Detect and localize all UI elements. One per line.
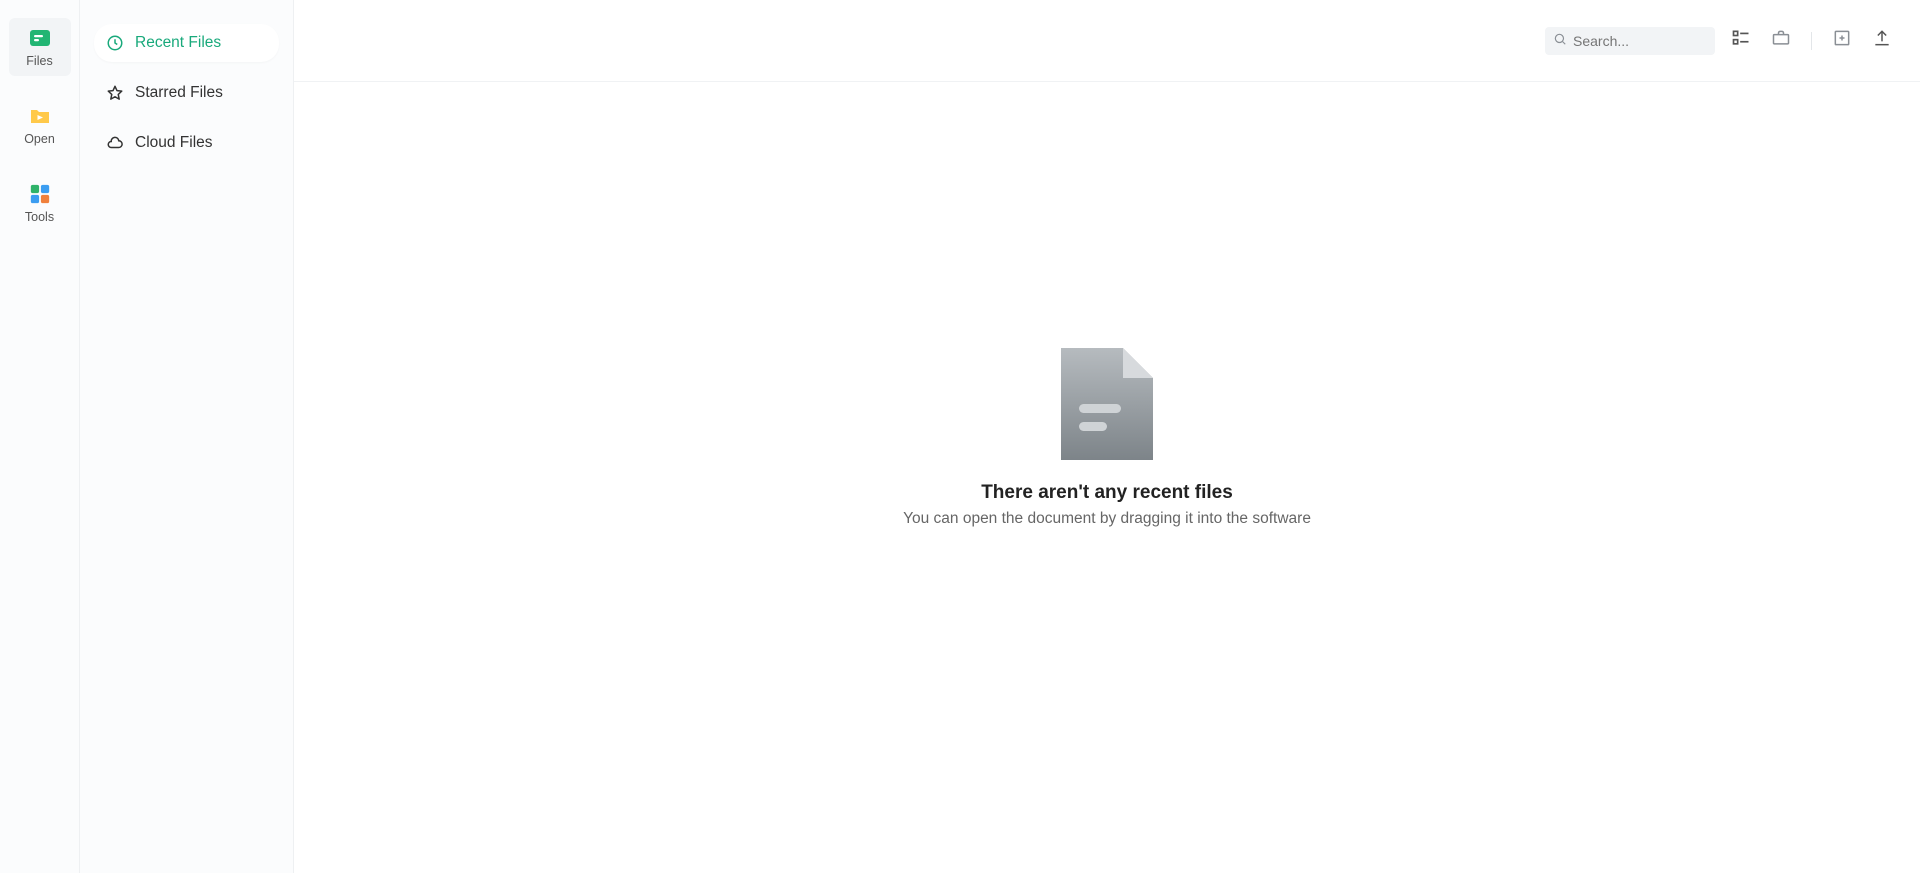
sidebar-item-label: Starred Files — [135, 84, 223, 102]
empty-title: There aren't any recent files — [981, 482, 1233, 504]
briefcase-icon — [1771, 28, 1791, 53]
view-toggle-button[interactable] — [1731, 31, 1751, 51]
search-box[interactable] — [1545, 27, 1715, 55]
topbar — [294, 0, 1920, 82]
templates-button[interactable] — [1771, 31, 1791, 51]
open-folder-icon — [28, 104, 52, 128]
nav-item-label: Files — [26, 54, 52, 68]
files-app-icon — [28, 26, 52, 50]
primary-nav: Files Open Tools — [0, 0, 80, 873]
topbar-actions — [1731, 31, 1892, 51]
empty-document-icon — [1061, 348, 1153, 460]
clock-icon — [106, 34, 124, 52]
empty-subtitle: You can open the document by dragging it… — [903, 510, 1311, 528]
sidebar-item-label: Cloud Files — [135, 134, 213, 152]
sidebar-item-cloud[interactable]: Cloud Files — [94, 124, 279, 162]
search-input[interactable] — [1573, 33, 1707, 49]
upload-icon — [1872, 28, 1892, 53]
nav-item-files[interactable]: Files — [9, 18, 71, 76]
new-file-icon — [1832, 28, 1852, 53]
sidebar: Recent Files Starred Files Cloud Files — [80, 0, 294, 873]
sidebar-item-label: Recent Files — [135, 34, 221, 52]
main-area: There aren't any recent files You can op… — [294, 0, 1920, 873]
nav-item-tools[interactable]: Tools — [9, 174, 71, 232]
topbar-divider — [1811, 32, 1812, 50]
list-view-icon — [1731, 28, 1751, 53]
nav-item-label: Open — [24, 132, 55, 146]
empty-state: There aren't any recent files You can op… — [294, 82, 1920, 873]
nav-item-open[interactable]: Open — [9, 96, 71, 154]
cloud-icon — [106, 134, 124, 152]
tools-grid-icon — [28, 182, 52, 206]
upload-button[interactable] — [1872, 31, 1892, 51]
nav-item-label: Tools — [25, 210, 54, 224]
search-icon — [1553, 32, 1567, 49]
sidebar-item-starred[interactable]: Starred Files — [94, 74, 279, 112]
sidebar-item-recent[interactable]: Recent Files — [94, 24, 279, 62]
star-icon — [106, 84, 124, 102]
new-file-button[interactable] — [1832, 31, 1852, 51]
